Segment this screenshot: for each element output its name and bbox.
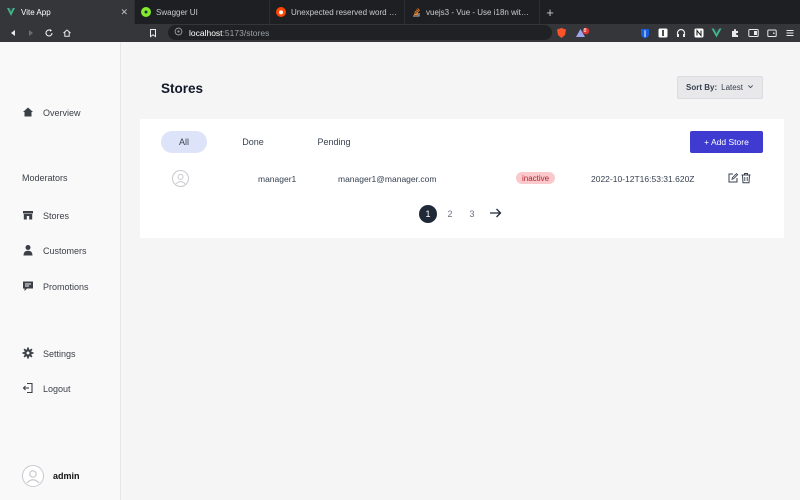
reload-icon[interactable]	[40, 24, 58, 42]
back-icon[interactable]	[4, 24, 22, 42]
browser-tab-vite[interactable]: Vite App ✕	[0, 0, 135, 24]
brave-badge: 8	[583, 28, 587, 34]
reddit-icon	[276, 7, 286, 17]
page-2-button[interactable]: 2	[441, 205, 459, 223]
sidebar-item-label: Overview	[43, 108, 81, 118]
sidebar-item-label: Stores	[43, 211, 70, 221]
address-bar[interactable]: localhost:5173/stores	[168, 25, 552, 40]
user-profile[interactable]: admin	[22, 465, 80, 487]
add-store-button[interactable]: + Add Store	[690, 131, 763, 153]
brave-rewards-icon[interactable]: 8	[575, 24, 591, 42]
extensions-puzzle-icon[interactable]	[730, 24, 740, 42]
page-number: 2	[447, 209, 453, 219]
sidebar-item-settings[interactable]: Settings	[22, 347, 76, 361]
tab-title: Unexpected reserved word 'interfac	[291, 7, 398, 17]
forward-icon[interactable]	[22, 24, 40, 42]
sidebar-item-stores[interactable]: Stores	[22, 209, 69, 223]
gear-icon	[22, 347, 34, 361]
tab-label: All	[178, 137, 189, 147]
tab-title: Swagger UI	[156, 7, 198, 17]
sort-value: Latest	[721, 83, 743, 92]
user-avatar-icon	[175, 173, 186, 185]
stackoverflow-icon	[411, 7, 421, 17]
store-username: manager1	[258, 174, 297, 184]
user-icon	[22, 244, 34, 258]
swagger-icon	[141, 7, 151, 17]
sort-dropdown[interactable]: Sort By: Latest	[677, 76, 763, 99]
extension-i-icon[interactable]	[658, 24, 668, 42]
url-host: localhost	[189, 27, 223, 38]
page-number: 3	[469, 209, 475, 219]
sidebar: Overview Moderators Stores Customers Pro…	[0, 42, 121, 500]
tab-done[interactable]: Done	[231, 131, 275, 153]
sidebar-item-customers[interactable]: Customers	[22, 244, 87, 258]
home-icon[interactable]	[58, 24, 76, 42]
sidebar-item-overview[interactable]: Overview	[22, 106, 81, 120]
chevron-down-icon	[747, 83, 754, 92]
menu-icon[interactable]	[785, 24, 795, 42]
main-content: Stores Sort By: Latest All Done Pending …	[121, 42, 800, 500]
wallet-icon[interactable]	[767, 24, 777, 42]
store-icon	[22, 209, 34, 223]
sidebar-item-logout[interactable]: Logout	[22, 382, 71, 396]
status-badge: inactive	[516, 172, 556, 184]
next-page-button[interactable]	[486, 205, 504, 223]
sidebar-item-label: Customers	[43, 246, 87, 256]
home-icon	[22, 106, 34, 120]
user-avatar-icon	[26, 470, 40, 484]
avatar	[22, 465, 44, 487]
trash-icon[interactable]	[740, 171, 752, 184]
page-1-button[interactable]: 1	[419, 205, 437, 223]
tab-pending[interactable]: Pending	[308, 131, 360, 153]
url-path: :5173/stores	[222, 27, 270, 38]
tab-all[interactable]: All	[161, 131, 207, 153]
browser-tab-reddit[interactable]: Unexpected reserved word 'interfac	[270, 0, 405, 24]
promotion-icon	[22, 280, 34, 294]
sort-label: Sort By:	[686, 83, 718, 92]
sidebar-toggle-icon[interactable]	[748, 24, 759, 42]
close-tab-icon[interactable]: ✕	[120, 7, 128, 18]
stores-card: All Done Pending + Add Store manager1 ma…	[140, 119, 784, 238]
user-name: admin	[53, 471, 80, 481]
browser-tab-swagger[interactable]: Swagger UI	[135, 0, 270, 24]
section-title: Moderators	[22, 173, 68, 183]
page-number: 1	[425, 209, 431, 219]
browser-tab-bar: Vite App ✕ Swagger UI Unexpected reserve…	[0, 0, 800, 24]
page-3-button[interactable]: 3	[463, 205, 481, 223]
tab-title: vuejs3 - Vue - Use i18n within the s	[426, 7, 533, 17]
tab-label: Pending	[317, 137, 351, 147]
add-store-label: + Add Store	[704, 137, 749, 147]
arrow-right-icon	[489, 207, 502, 221]
notion-icon[interactable]	[694, 24, 704, 42]
sidebar-item-promotions[interactable]: Promotions	[22, 280, 89, 294]
brave-shield-icon[interactable]	[556, 24, 567, 42]
sidebar-item-label: Logout	[43, 384, 71, 394]
plus-icon: +	[546, 4, 554, 20]
logout-icon	[22, 382, 34, 396]
bitwarden-icon[interactable]	[640, 24, 650, 42]
new-tab-button[interactable]: +	[540, 0, 560, 24]
store-email: manager1@manager.com	[338, 174, 437, 184]
sidebar-item-label: Settings	[43, 349, 76, 359]
extension-headphones-icon[interactable]	[676, 24, 686, 42]
page-title: Stores	[161, 81, 204, 96]
tab-label: Done	[242, 137, 264, 147]
browser-tab-stackoverflow[interactable]: vuejs3 - Vue - Use i18n within the s	[405, 0, 540, 24]
store-created-date: 2022-10-12T16:53:31.620Z	[591, 174, 695, 184]
edit-icon[interactable]	[727, 171, 739, 183]
bookmark-icon[interactable]	[148, 24, 158, 42]
tab-title: Vite App	[21, 7, 51, 17]
sidebar-item-label: Promotions	[43, 282, 89, 292]
store-avatar	[172, 170, 189, 187]
site-info-icon[interactable]	[174, 27, 183, 38]
vite-icon	[6, 7, 16, 17]
vue-devtools-icon[interactable]	[711, 24, 722, 42]
